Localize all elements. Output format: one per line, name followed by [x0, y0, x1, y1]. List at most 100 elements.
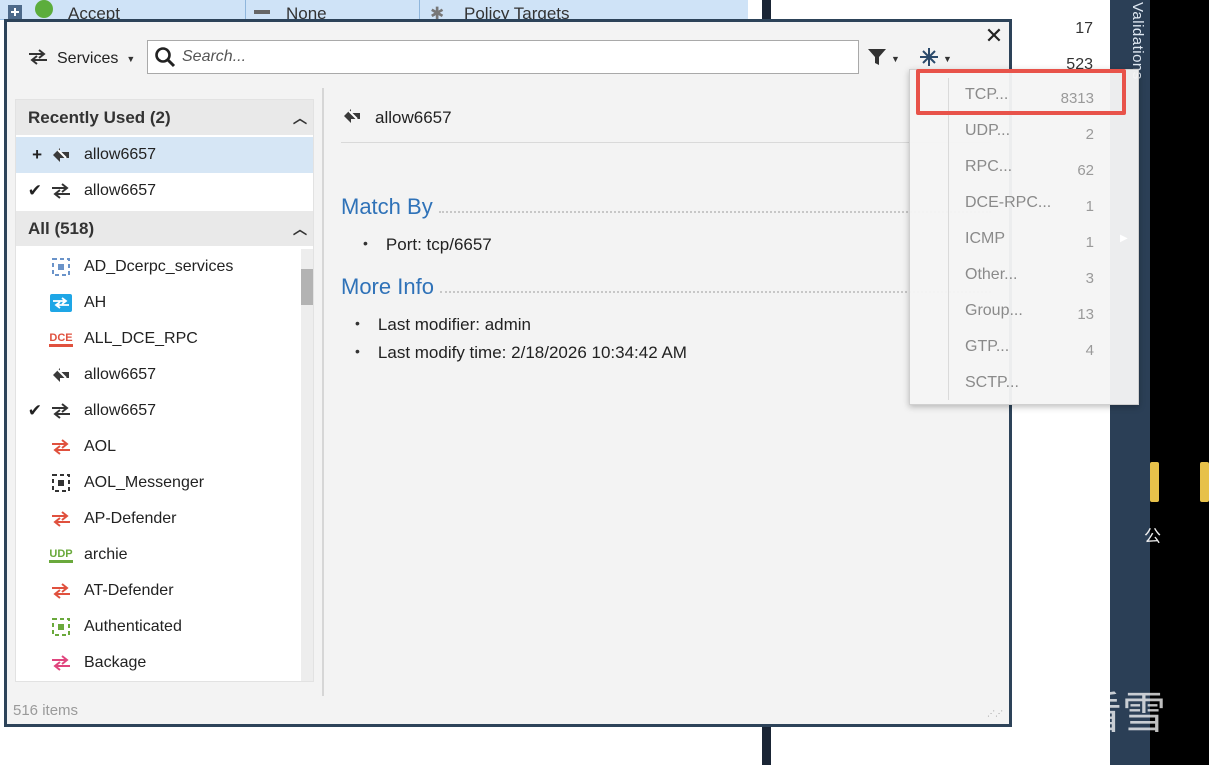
- service-group-icon: [46, 258, 76, 276]
- list-scrollbar[interactable]: [301, 249, 313, 681]
- modify-time-key: Last modify time:: [377, 343, 507, 362]
- menu-item-icmp[interactable]: ICMP 1: [910, 222, 1140, 258]
- count-label: 17: [1075, 20, 1093, 37]
- list-item[interactable]: AP-Defender: [16, 501, 313, 537]
- all-services-label: All (518): [28, 218, 95, 238]
- item-count: 516 items: [13, 702, 79, 719]
- watermark-text: 看雪: [1078, 689, 1166, 738]
- port-item: • Port: tcp/6657: [363, 235, 492, 254]
- all-services-header[interactable]: All (518) ︿: [16, 211, 313, 246]
- new-object-menu: TCP... 8313 UDP... 2 RPC... 62 DCE-RPC... 1 …: [909, 69, 1139, 405]
- ah-service-icon: [46, 294, 76, 312]
- list-item[interactable]: AOL_Messenger: [16, 465, 313, 501]
- expand-icon[interactable]: [8, 0, 24, 20]
- folder-icon: [1150, 462, 1159, 502]
- dialog-body: ✕ Services ▼ ▼: [7, 22, 1009, 724]
- list-item[interactable]: DCE ALL_DCE_RPC: [16, 321, 313, 357]
- list-item-label: allow6657: [84, 402, 157, 419]
- menu-item-rpc[interactable]: RPC... 62: [910, 150, 1140, 186]
- port-value: tcp/6657: [426, 235, 492, 254]
- search-box[interactable]: [147, 40, 859, 74]
- service-group-icon: [46, 474, 76, 492]
- checkmark-icon: ✔: [27, 401, 42, 420]
- service-arrows-red-icon: [46, 583, 76, 599]
- search-input[interactable]: [182, 42, 858, 72]
- list-item[interactable]: AT-Defender: [16, 573, 313, 609]
- highlight-box: [916, 69, 1126, 115]
- list-item[interactable]: ✔ allow6657: [16, 393, 313, 429]
- detail-title: allow6657: [341, 103, 452, 133]
- modify-time-value: 2/18/2026 10:34:42 AM: [511, 343, 687, 362]
- chevron-down-icon: ▼: [126, 54, 136, 64]
- filter-icon: [867, 47, 887, 72]
- services-list[interactable]: Recently Used (2) ︿ + allow6657 ✔ allow6…: [15, 99, 314, 682]
- toolbar: Services ▼ ▼ ▼: [7, 40, 1007, 80]
- menu-item-count: 4: [1085, 342, 1094, 359]
- menu-item-dce-rpc[interactable]: DCE-RPC... 1: [910, 186, 1140, 222]
- snowflake-icon: [1016, 676, 1072, 743]
- chevron-down-icon: ▼: [891, 54, 900, 64]
- list-item-label: Authenticated: [84, 618, 182, 635]
- menu-item-count: 13: [1077, 306, 1094, 323]
- modifier-item: • Last modifier: admin: [355, 315, 531, 334]
- none-cell: None: [286, 4, 327, 20]
- filter-button[interactable]: ▼: [867, 46, 909, 72]
- list-item[interactable]: AD_Dcerpc_services: [16, 249, 313, 285]
- asterisk-icon: ✱: [430, 4, 445, 20]
- action-cell: Accept: [68, 4, 120, 20]
- resize-grip-icon[interactable]: ⋰⋰: [987, 709, 1003, 718]
- service-arrows-icon: [46, 403, 76, 419]
- menu-item-count: 62: [1077, 162, 1094, 179]
- folder-icon: [1200, 462, 1209, 502]
- modify-time-item: • Last modify time: 2/18/2026 10:34:42 A…: [355, 343, 687, 362]
- list-item[interactable]: ✔ allow6657: [16, 173, 313, 209]
- scrollbar-thumb[interactable]: [301, 269, 313, 305]
- list-item-label: AOL: [84, 438, 117, 455]
- dce-icon: DCE: [46, 332, 76, 347]
- recently-used-label: Recently Used (2): [28, 107, 171, 127]
- accept-icon: [34, 0, 56, 20]
- tcp-service-icon: [341, 107, 363, 130]
- tcp-service-icon: [46, 366, 76, 384]
- add-icon: +: [32, 145, 42, 164]
- list-item[interactable]: UDP archie: [16, 537, 313, 573]
- menu-item-count: 1: [1085, 234, 1094, 251]
- services-dialog: ✕ Services ▼ ▼: [4, 19, 1012, 727]
- service-arrows-icon: [46, 183, 76, 199]
- list-item[interactable]: Authenticated: [16, 609, 313, 645]
- list-item-label: ALL_DCE_RPC: [84, 330, 198, 347]
- list-item-label: AT-Defender: [84, 582, 174, 599]
- modifier-key: Last modifier:: [377, 315, 480, 334]
- chevron-up-icon[interactable]: ︿: [293, 219, 307, 239]
- panel-splitter[interactable]: [322, 88, 324, 696]
- service-arrows-red-icon: [46, 439, 76, 455]
- list-item[interactable]: AOL: [16, 429, 313, 465]
- chevron-down-icon: ▼: [943, 54, 952, 64]
- detail-pane: allow6657 Match By • Port: tcp/6657 More…: [341, 99, 1001, 599]
- service-arrows-red-icon: [46, 511, 76, 527]
- side-label: 公: [1144, 527, 1161, 546]
- list-item[interactable]: Backage: [16, 645, 313, 681]
- menu-item-other[interactable]: Other... 3: [910, 258, 1140, 294]
- list-item-label: allow6657: [84, 146, 157, 163]
- recently-used-header[interactable]: Recently Used (2) ︿: [16, 100, 313, 135]
- services-dropdown-button[interactable]: Services ▼: [27, 46, 135, 72]
- menu-item-udp[interactable]: UDP... 2: [910, 114, 1140, 150]
- chevron-right-icon[interactable]: ▶: [1120, 233, 1128, 244]
- list-item-label: allow6657: [84, 182, 157, 199]
- menu-item-group[interactable]: Group... 13: [910, 294, 1140, 330]
- background-policy-row[interactable]: Accept None ✱ Policy Targets: [0, 0, 748, 20]
- more-info-heading: More Info: [341, 274, 991, 300]
- service-group-green-icon: [46, 618, 76, 636]
- list-item-label: AOL_Messenger: [84, 474, 205, 491]
- menu-item-count: 2: [1085, 126, 1094, 143]
- list-item[interactable]: AH: [16, 285, 313, 321]
- menu-item-gtp[interactable]: GTP... 4: [910, 330, 1140, 366]
- none-icon: [254, 0, 276, 20]
- list-item[interactable]: + allow6657: [16, 137, 313, 173]
- menu-item-sctp[interactable]: SCTP...: [910, 366, 1140, 402]
- chevron-up-icon[interactable]: ︿: [293, 108, 307, 128]
- list-item-label: AP-Defender: [84, 510, 177, 527]
- checkmark-icon: ✔: [27, 181, 42, 200]
- list-item[interactable]: allow6657: [16, 357, 313, 393]
